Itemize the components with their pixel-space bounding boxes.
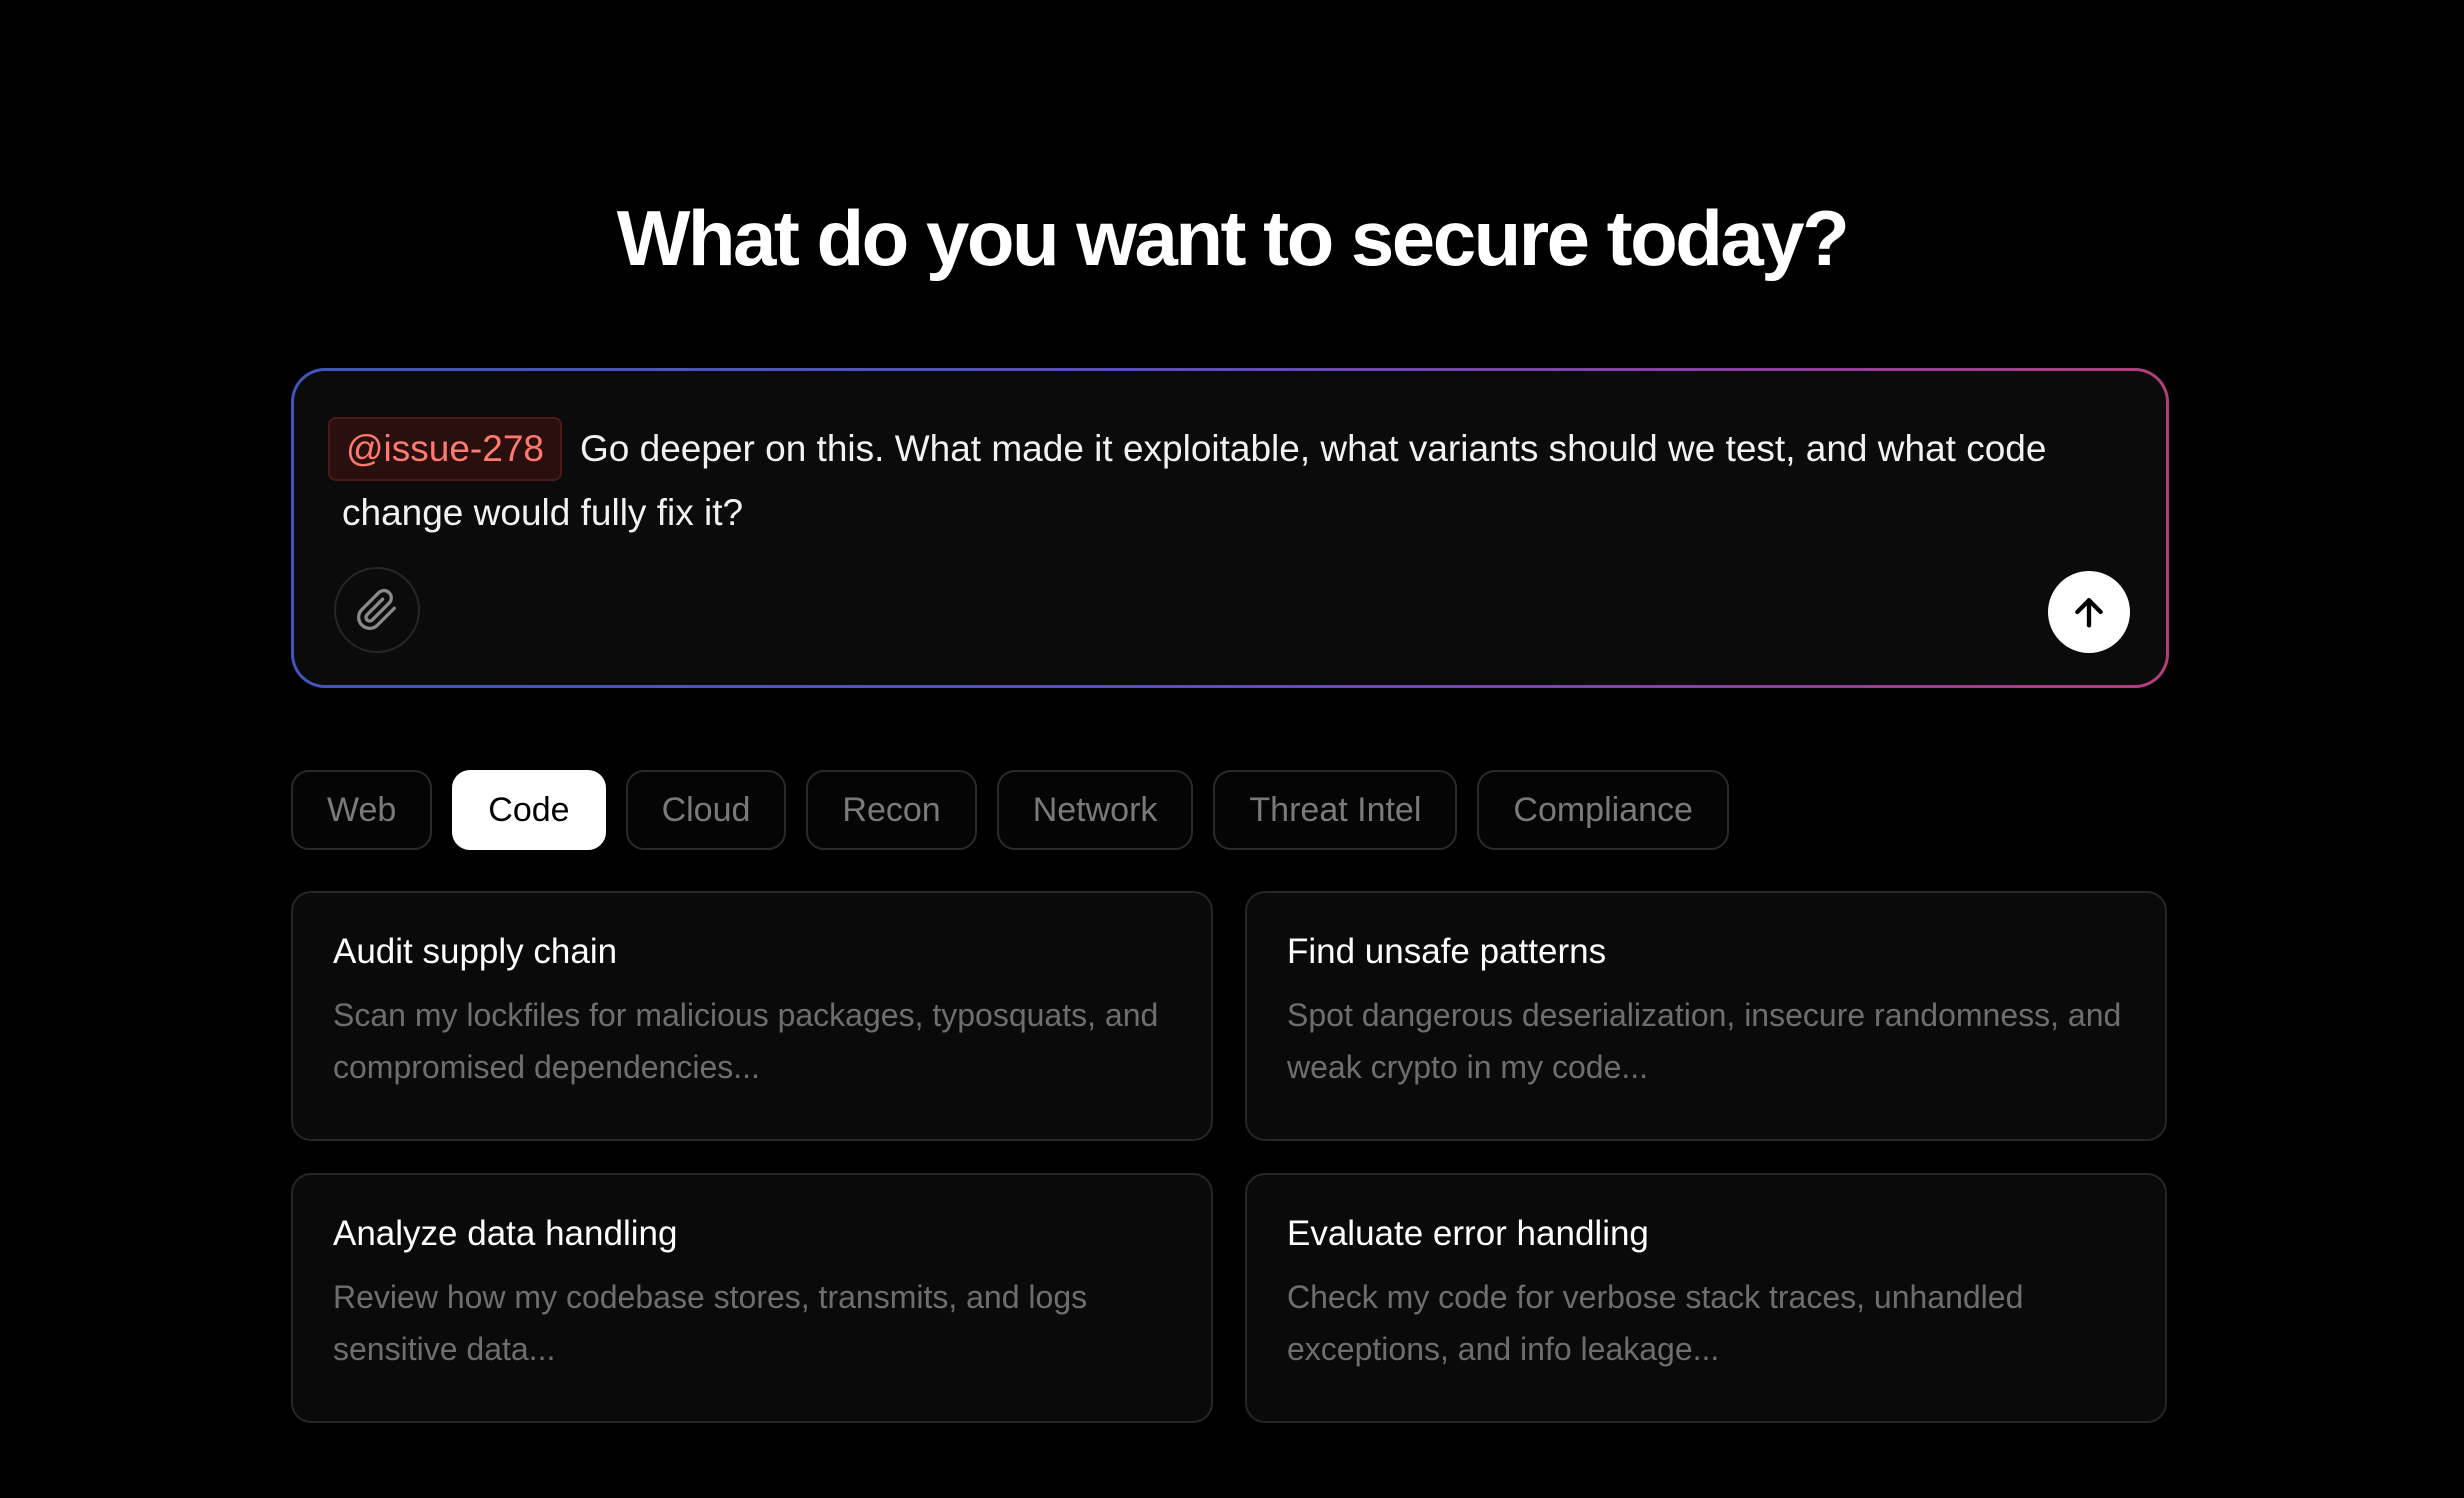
card-title: Find unsafe patterns <box>1287 932 1607 971</box>
send-button[interactable] <box>2048 571 2130 653</box>
suggestion-card-find-unsafe-patterns[interactable]: Find unsafe patterns Spot dangerous dese… <box>1245 891 2167 1141</box>
card-title: Audit supply chain <box>333 932 618 971</box>
issue-mention-chip[interactable]: @issue-278 <box>328 417 562 481</box>
tab-cloud[interactable]: Cloud <box>625 770 787 850</box>
arrow-up-icon <box>2069 592 2109 632</box>
paperclip-icon <box>355 588 399 632</box>
suggestion-card-analyze-data-handling[interactable]: Analyze data handling Review how my code… <box>291 1173 1213 1423</box>
tab-threat-intel[interactable]: Threat Intel <box>1213 770 1458 850</box>
tab-code[interactable]: Code <box>452 770 606 850</box>
prompt-text: Go deeper on this. What made it exploita… <box>342 428 2047 533</box>
tab-recon[interactable]: Recon <box>806 770 977 850</box>
card-description: Review how my codebase stores, transmits… <box>333 1279 1088 1367</box>
suggestion-card-audit-supply-chain[interactable]: Audit supply chain Scan my lockfiles for… <box>291 891 1213 1141</box>
card-description: Spot dangerous deserialization, insecure… <box>1287 997 2122 1085</box>
card-title: Analyze data handling <box>333 1214 678 1253</box>
card-description: Check my code for verbose stack traces, … <box>1287 1279 2024 1367</box>
tab-compliance[interactable]: Compliance <box>1477 770 1729 850</box>
tab-web[interactable]: Web <box>291 770 433 850</box>
page-title: What do you want to secure today? <box>616 194 1850 282</box>
category-tabs: Web Code Cloud Recon Network Threat Inte… <box>291 770 1729 850</box>
prompt-input[interactable]: @issue-278 Go deeper on this. What made i… <box>328 417 2122 545</box>
prompt-container: @issue-278 Go deeper on this. What made i… <box>291 368 2169 688</box>
tab-network[interactable]: Network <box>996 770 1194 850</box>
suggestion-card-evaluate-error-handling[interactable]: Evaluate error handling Check my code fo… <box>1245 1173 2167 1423</box>
card-title: Evaluate error handling <box>1287 1214 1649 1253</box>
card-description: Scan my lockfiles for malicious packages… <box>333 997 1159 1085</box>
prompt-box[interactable]: @issue-278 Go deeper on this. What made i… <box>294 371 2166 685</box>
attach-button[interactable] <box>334 567 420 653</box>
